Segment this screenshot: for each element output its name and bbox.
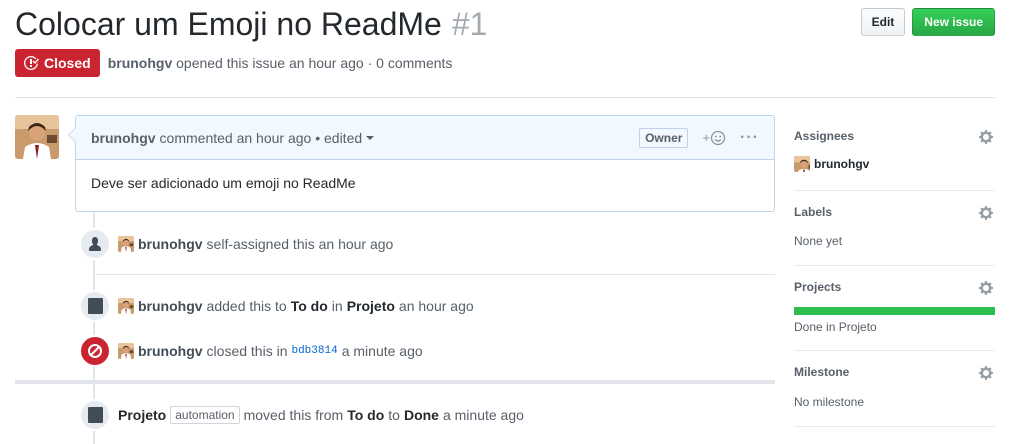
timeline-badge [79,335,111,367]
issue-title: Colocar um Emoji no ReadMe [15,6,442,42]
project-icon [88,407,103,423]
issue-header: Colocar um Emoji no ReadMe #1 Edit New i… [15,0,995,98]
milestone-value: No milestone [794,395,865,409]
column-name: To do [290,298,328,314]
comment-body: Deve ser adicionado um emoji no ReadMe [91,175,356,191]
assignee-name[interactable]: brunohgv [814,157,869,171]
comment-author-link[interactable]: brunohgv [91,130,156,146]
timeline-item: brunohgv closed this in bdb3814 a minute… [79,335,423,367]
gear-icon[interactable] [979,365,995,381]
project-link[interactable]: Projeto [118,407,166,423]
timeline-divider [15,380,775,384]
owner-badge: Owner [639,127,689,148]
labels-value: None yet [794,234,843,248]
issue-author-link[interactable]: brunohgv [108,55,173,71]
chevron-down-icon[interactable] [366,135,375,140]
header-actions: Edit New issue [860,8,995,36]
user-link[interactable]: brunohgv [138,236,203,252]
issue-meta-suffix: opened this issue an hour ago · 0 commen… [176,55,453,71]
user-link[interactable]: brunohgv [138,343,203,359]
avatar[interactable] [118,343,134,359]
timeline-text: brunohgv added this to To do in Projeto … [118,298,474,314]
project-icon [88,298,103,314]
edit-button[interactable]: Edit [860,8,906,36]
avatar-image [15,115,59,159]
commit-sha-link[interactable]: bdb3814 [291,345,337,357]
sidebar-assignees: Assignees brunohgv [794,115,995,191]
sidebar-section-title[interactable]: Labels [794,205,832,219]
comment-meta[interactable]: commented an hour ago • edited [160,130,363,146]
sidebar-section-title[interactable]: Projects [794,280,841,294]
gear-icon[interactable] [979,280,995,296]
comment-actions: Owner + ··· [639,127,759,148]
issue-number: #1 [451,6,488,42]
event-text: added this to [206,298,287,314]
event-time: an hour ago [398,298,474,314]
issue-meta: Closed brunohgv opened this issue an hou… [15,49,452,77]
column-name: To do [347,407,385,423]
event-text: closed this in [206,343,288,359]
event-text: self-assigned this an hour ago [206,236,394,252]
gear-icon[interactable] [979,205,995,221]
timeline-item: Projeto automation moved this from To do… [79,399,524,431]
timeline-badge [79,290,111,322]
automation-label: automation [170,406,240,424]
avatar[interactable] [15,115,59,159]
sidebar-section-title[interactable]: Milestone [794,365,849,379]
sidebar-milestone: Milestone No milestone [794,351,995,427]
sidebar-section-title[interactable]: Assignees [794,129,854,143]
timeline-item: brunohgv added this to To do in Projeto … [79,290,474,322]
new-issue-button[interactable]: New issue [912,8,995,36]
comment-box: brunohgv commented an hour ago • edited … [68,115,775,212]
issue-meta-text: brunohgv opened this issue an hour ago ·… [108,55,453,71]
project-link[interactable]: Projeto [347,298,395,314]
status-badge: Closed [15,49,100,77]
timeline-text: brunohgv closed this in bdb3814 a minute… [118,343,423,359]
projects-value[interactable]: Done in Projeto [794,320,877,334]
gear-icon[interactable] [979,129,995,145]
event-text: to [388,407,400,423]
person-icon [89,237,101,251]
issue-closed-icon [24,55,39,70]
kebab-menu-icon[interactable]: ··· [740,129,759,147]
user-link[interactable]: brunohgv [138,298,203,314]
avatar[interactable] [118,298,134,314]
timeline-badge [79,399,111,431]
comment-header: brunohgv commented an hour ago • edited … [76,116,774,160]
divider [95,274,775,275]
column-name: Done [403,407,439,423]
sidebar-labels: Labels None yet [794,191,995,266]
add-reaction-button[interactable]: + [702,130,726,146]
avatar [794,156,810,172]
circle-slash-icon [88,344,102,358]
event-time: a minute ago [341,343,423,359]
timeline-text: brunohgv self-assigned this an hour ago [118,236,393,252]
title-row: Colocar um Emoji no ReadMe #1 [15,4,487,48]
event-time: a minute ago [442,407,524,423]
plus-label: + [702,130,711,145]
smiley-icon [710,130,726,145]
timeline-item: brunohgv self-assigned this an hour ago [79,228,393,260]
timeline-badge [79,228,111,260]
timeline-text: Projeto automation moved this from To do… [118,406,524,424]
event-text: moved this from [243,407,344,423]
project-progress-bar [794,307,995,315]
status-label: Closed [44,55,91,71]
avatar[interactable] [118,236,134,252]
event-text: in [331,298,343,314]
assignee-item[interactable]: brunohgv [794,156,869,172]
